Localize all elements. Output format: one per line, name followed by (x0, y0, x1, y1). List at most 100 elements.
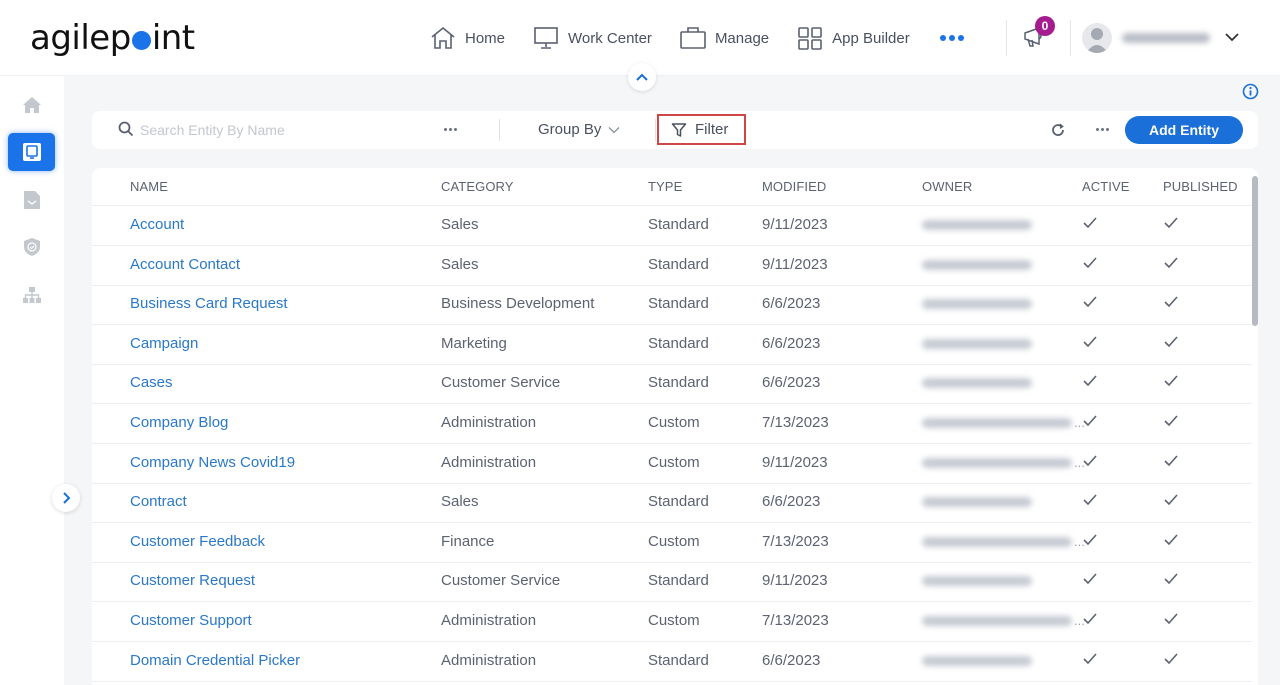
collapse-header-button[interactable] (628, 63, 656, 91)
entity-name-link[interactable]: Account Contact (130, 256, 240, 273)
entity-name-link[interactable]: Customer Support (130, 612, 252, 629)
entity-category: Administration (441, 651, 537, 669)
chevron-up-icon (636, 73, 648, 81)
entity-name-link[interactable]: Company Blog (130, 414, 228, 431)
entity-modified: 9/11/2023 (762, 572, 828, 590)
avatar[interactable] (1082, 23, 1112, 53)
briefcase-icon (680, 27, 706, 49)
entity-name-link[interactable]: Contract (130, 493, 187, 510)
logo-dot (131, 31, 151, 50)
table-row[interactable]: Company News Covid19 Administration Custom… (92, 444, 1252, 484)
nav-app-builder[interactable]: App Builder (797, 26, 910, 50)
table-row[interactable]: Campaign Marketing Standard 6/6/2023 (92, 325, 1252, 365)
entity-name-link[interactable]: Customer Request (130, 572, 255, 589)
entity-modified: 6/6/2023 (762, 493, 821, 511)
header-divider (1006, 20, 1007, 56)
sidebar-item-home[interactable] (8, 86, 55, 124)
active-check-icon (1082, 533, 1098, 552)
active-check-icon (1082, 612, 1098, 631)
table-header: NAME CATEGORY TYPE MODIFIED OWNER ACTIVE… (92, 168, 1252, 206)
entity-owner-blurred (922, 576, 1032, 587)
entity-type: Standard (648, 216, 709, 233)
sidebar-item-hierarchy[interactable] (8, 276, 55, 314)
column-header-active[interactable]: ACTIVE (1082, 179, 1130, 194)
table-row[interactable]: Account Sales Standard 9/11/2023 (92, 206, 1252, 246)
nav-app-builder-label: App Builder (832, 29, 910, 47)
entity-type: Custom (648, 453, 700, 471)
column-header-type[interactable]: TYPE (648, 179, 682, 194)
entity-category: Customer Service (441, 374, 561, 392)
more-options-icon[interactable] (1096, 128, 1109, 131)
entity-modified: 6/6/2023 (762, 651, 821, 669)
filter-icon (671, 122, 687, 137)
published-check-icon (1163, 612, 1179, 631)
column-header-published[interactable]: PUBLISHED (1163, 179, 1238, 194)
nav-work-center-label: Work Center (568, 29, 652, 47)
search-options-icon[interactable] (444, 128, 457, 131)
published-check-icon (1163, 533, 1179, 552)
user-icon (1086, 28, 1108, 53)
logo-text-left: agilep (30, 18, 131, 58)
active-check-icon (1082, 256, 1098, 275)
table-row[interactable]: Customer Request Customer Service Standard… (92, 562, 1252, 603)
entity-name-link[interactable]: Account (130, 216, 184, 233)
chevron-down-icon (608, 126, 620, 133)
entity-table: NAME CATEGORY TYPE MODIFIED OWNER ACTIVE… (92, 168, 1258, 685)
chevron-down-icon[interactable] (1224, 30, 1240, 44)
more-horizontal-icon[interactable] (939, 35, 964, 41)
expand-sidebar-button[interactable] (52, 484, 80, 512)
nav-work-center[interactable]: Work Center (533, 26, 652, 50)
column-header-modified[interactable]: MODIFIED (762, 179, 826, 194)
shield-icon (23, 238, 40, 256)
table-row[interactable]: Account Contact Sales Standard 9/11/2023 (92, 246, 1252, 286)
filter-button[interactable]: Filter (657, 114, 746, 145)
group-by-label: Group By (538, 121, 602, 138)
sidebar-item-documents[interactable] (8, 181, 55, 219)
table-row[interactable]: Company Blog Administration Custom 7/13/202… (92, 404, 1252, 444)
entity-modified: 7/13/2023 (762, 532, 829, 550)
entity-modified: 9/11/2023 (762, 453, 828, 471)
search-input[interactable] (140, 119, 430, 141)
table-row[interactable]: Customer Feedback Finance Custom 7/13/2023.… (92, 523, 1252, 563)
entity-name-link[interactable]: Company News Covid19 (130, 454, 295, 471)
entity-name-link[interactable]: Domain Credential Picker (130, 652, 300, 669)
table-row[interactable]: Cases Customer Service Standard 6/6/2023 (92, 364, 1252, 405)
sidebar-item-security[interactable] (8, 228, 55, 266)
table-row[interactable]: Contract Sales Standard 6/6/2023 (92, 483, 1252, 524)
info-icon[interactable] (1242, 83, 1259, 100)
active-check-icon (1082, 216, 1098, 235)
entity-name-link[interactable]: Customer Feedback (130, 533, 265, 550)
active-check-icon (1082, 414, 1098, 433)
sidebar (0, 76, 64, 685)
entity-category: Sales (441, 255, 479, 273)
table-scrollbar[interactable] (1252, 176, 1258, 326)
entity-modified: 7/13/2023 (762, 612, 829, 629)
table-row[interactable]: Business Card Request Business Developmen… (92, 285, 1252, 326)
entity-category: Administration (441, 612, 537, 629)
nav-home[interactable]: Home (430, 26, 505, 50)
table-row[interactable]: Domain Credential Picker Administration St… (92, 642, 1252, 682)
nav-home-label: Home (465, 29, 506, 47)
column-header-owner[interactable]: OWNER (922, 179, 972, 194)
published-check-icon (1163, 572, 1179, 591)
group-by-dropdown[interactable]: Group By (538, 121, 620, 138)
add-entity-button[interactable]: Add Entity (1125, 116, 1243, 144)
entity-category: Sales (441, 216, 479, 233)
entity-type: Standard (648, 295, 709, 313)
org-chart-icon (22, 287, 41, 303)
entity-name-link[interactable]: Campaign (130, 335, 198, 352)
table-row[interactable]: Customer Support Administration Custom 7/13… (92, 602, 1252, 642)
entity-type: Custom (648, 532, 700, 550)
column-header-category[interactable]: CATEGORY (441, 179, 514, 194)
published-check-icon (1163, 652, 1179, 671)
column-header-name[interactable]: NAME (130, 179, 168, 194)
refresh-icon[interactable] (1050, 122, 1066, 138)
entity-modified: 9/11/2023 (762, 216, 828, 233)
sidebar-item-entities[interactable] (8, 133, 55, 171)
agilepoint-logo[interactable]: agilep int (30, 18, 195, 58)
entity-owner-blurred (922, 220, 1032, 230)
search-icon (118, 121, 134, 137)
entity-name-link[interactable]: Business Card Request (130, 295, 288, 312)
entity-name-link[interactable]: Cases (130, 374, 173, 391)
nav-manage[interactable]: Manage (680, 26, 769, 50)
